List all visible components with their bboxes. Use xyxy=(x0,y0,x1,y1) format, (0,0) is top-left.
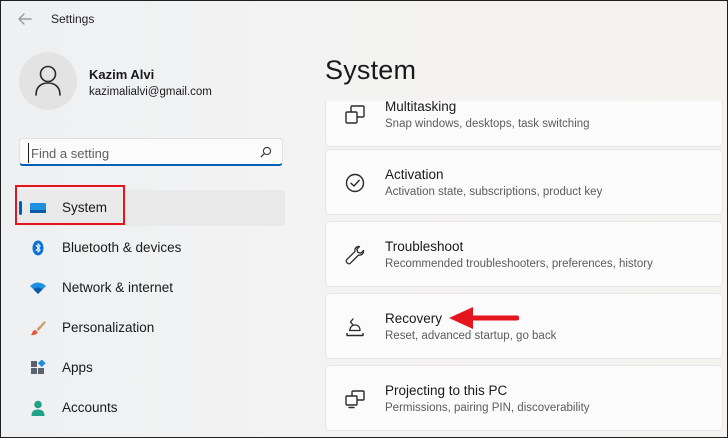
sidebar-item-label: Apps xyxy=(62,360,93,375)
user-name: Kazim Alvi xyxy=(89,67,155,82)
search-input[interactable] xyxy=(28,143,253,163)
brush-icon xyxy=(30,321,46,336)
card-projecting-to-this-pc[interactable]: Projecting to this PC Permissions, pairi… xyxy=(325,365,723,431)
card-description: Activation state, subscriptions, product… xyxy=(385,186,603,198)
search-icon[interactable] xyxy=(260,146,272,158)
wifi-icon xyxy=(30,282,46,294)
apps-icon xyxy=(31,360,46,374)
card-title: Recovery xyxy=(385,311,443,326)
system-display-icon xyxy=(30,203,46,213)
sidebar-item-personalization[interactable]: Personalization xyxy=(19,310,285,346)
card-title: Projecting to this PC xyxy=(385,383,508,398)
user-email: kazimalialvi@gmail.com xyxy=(89,86,212,98)
title-bar: Settings xyxy=(1,1,727,37)
active-indicator xyxy=(19,201,22,215)
sidebar-item-system[interactable]: System xyxy=(19,190,285,226)
sidebar-item-label: Personalization xyxy=(62,320,155,335)
back-button[interactable] xyxy=(15,11,35,27)
projecting-icon xyxy=(345,390,365,409)
page-title: System xyxy=(325,55,417,85)
multitasking-icon xyxy=(345,105,365,124)
card-title: Troubleshoot xyxy=(385,239,464,254)
sidebar-item-apps[interactable]: Apps xyxy=(19,350,285,386)
card-title: Multitasking xyxy=(385,101,457,114)
card-activation[interactable]: Activation Activation state, subscriptio… xyxy=(325,149,723,215)
activation-check-icon xyxy=(345,173,365,193)
sidebar-item-network-internet[interactable]: Network & internet xyxy=(19,270,285,306)
person-icon xyxy=(31,400,45,416)
bluetooth-icon xyxy=(32,240,44,256)
card-title: Activation xyxy=(385,167,444,182)
sidebar-item-accounts[interactable]: Accounts xyxy=(19,390,285,426)
back-arrow-icon xyxy=(18,13,32,25)
sidebar-item-label: Accounts xyxy=(62,400,118,415)
search-box[interactable] xyxy=(19,138,283,166)
sidebar-item-label: System xyxy=(62,200,108,215)
card-description: Permissions, pairing PIN, discoverabilit… xyxy=(385,402,590,414)
card-description: Snap windows, desktops, task switching xyxy=(385,118,590,130)
card-recovery[interactable]: Recovery Reset, advanced startup, go bac… xyxy=(325,293,723,359)
sidebar-item-label: Network & internet xyxy=(62,280,174,295)
sidebar-item-label: Bluetooth & devices xyxy=(62,240,182,255)
app-title: Settings xyxy=(51,12,95,26)
settings-window: Settings Kazim Alvi kazimalialvi@gmail.c… xyxy=(0,0,728,438)
card-description: Reset, advanced startup, go back xyxy=(385,330,557,342)
avatar[interactable] xyxy=(19,52,77,110)
person-placeholder-icon xyxy=(35,65,61,96)
settings-list: Multitasking Snap windows, desktops, tas… xyxy=(325,101,727,437)
sidebar-item-bluetooth-devices[interactable]: Bluetooth & devices xyxy=(19,230,285,266)
card-multitasking[interactable]: Multitasking Snap windows, desktops, tas… xyxy=(325,101,723,147)
card-troubleshoot[interactable]: Troubleshoot Recommended troubleshooters… xyxy=(325,221,723,287)
wrench-icon xyxy=(345,245,365,265)
card-description: Recommended troubleshooters, preferences… xyxy=(385,258,653,270)
recovery-icon xyxy=(346,318,364,337)
